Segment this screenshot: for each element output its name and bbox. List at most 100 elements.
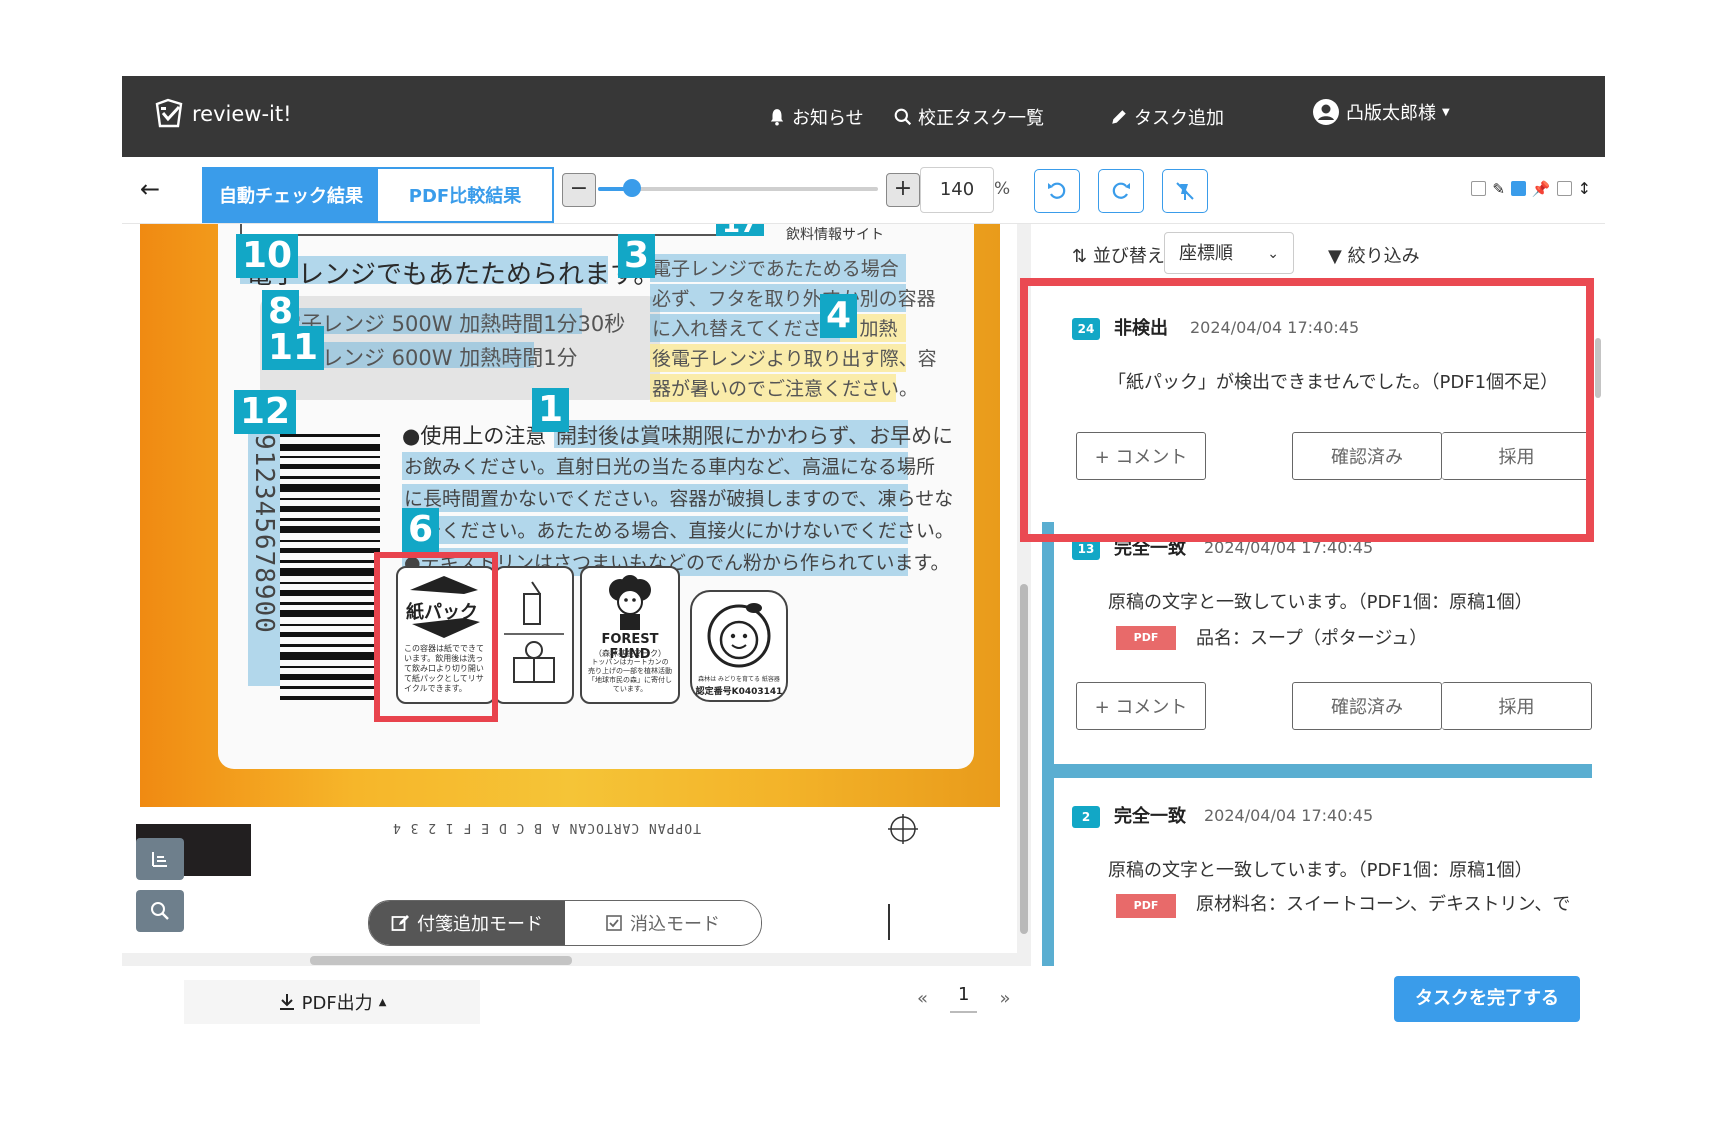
pdf-matched-text: 原材料名：スイートコーン、デキストリン、で (1196, 894, 1571, 915)
undo-button[interactable] (1034, 169, 1080, 213)
zoom-out-button[interactable]: − (562, 173, 596, 207)
doc-line-c1: 開封後は賞味期限にかかわらず、お早めに (556, 424, 954, 448)
doc-line-l3: 電子レンジ 600W 加熱時間1分 (280, 346, 578, 370)
doc-line-l1: 電子レンジでもあたためられます。 (246, 260, 660, 290)
redo-icon (1112, 182, 1130, 199)
viewer-vscroll-thumb[interactable] (1020, 584, 1028, 934)
result-status: 完全一致 (1114, 806, 1186, 827)
result-tabs: 自動チェック結果 PDF比較結果 (202, 167, 554, 223)
forest-fund-logo: FOREST FUND （森林基金マーク） トッパンはカートカンの売り上げの一部… (580, 566, 680, 704)
marker-badge-11[interactable]: 11 (262, 326, 325, 370)
chevron-down-icon: ⌄ (1267, 246, 1279, 262)
viewer-hscroll-thumb[interactable] (310, 956, 572, 965)
sort-control[interactable]: ⇅ 並び替え (1072, 242, 1165, 268)
result-timestamp: 2024/04/04 17:40:45 (1204, 806, 1374, 825)
viewer-toolbar: ← 自動チェック結果 PDF比較結果 − + 140 % ✎ 📌 ↕ (122, 157, 1605, 224)
back-arrow-icon[interactable]: ← (140, 175, 160, 203)
sort-order-select[interactable]: 座標順 ⌄ (1164, 232, 1294, 274)
zoom-slider[interactable] (598, 179, 878, 197)
tab-auto-check[interactable]: 自動チェック結果 (204, 169, 378, 221)
confirmed-button[interactable]: 確認済み (1292, 682, 1442, 730)
sort-filter-bar: ⇅ 並び替え 座標順 ⌄ ▼ 絞り込み (1034, 224, 1605, 282)
pager-current-page[interactable]: 1 (950, 984, 978, 1013)
display-toggles: ✎ 📌 ↕ (1471, 179, 1591, 198)
user-menu[interactable]: 凸版太郎様 ▼ (1312, 98, 1450, 126)
results-scrollbar[interactable] (1592, 228, 1606, 890)
viewer-horizontal-scrollbar[interactable] (122, 953, 1017, 967)
brand-logo[interactable]: review-it! (154, 98, 292, 130)
marker-badge-4[interactable]: 4 (820, 294, 858, 338)
doc-line-c4: いでください。あたためる場合、直接火にかけないでください。 (404, 520, 954, 542)
redo-button[interactable] (1098, 169, 1144, 213)
outline-panel-button[interactable] (136, 838, 184, 880)
mode-switch: 付箋追加モード 消込モード (368, 900, 762, 946)
sticky-add-mode-button[interactable]: 付箋追加モード (369, 901, 565, 945)
footer-bar: PDF出力 ▲ « 1 » タスクを完了する (122, 966, 1605, 1036)
pager-prev[interactable]: « (917, 988, 928, 1009)
zoom-input[interactable]: 140 (920, 167, 994, 213)
pdf-matched-text: 品名：スープ（ポタージュ） (1196, 628, 1428, 649)
eco-cert-number: 認定番号K0403141 (695, 687, 783, 697)
nav-notices[interactable]: お知らせ (768, 104, 864, 130)
marker-badge-17[interactable]: 17 (716, 224, 765, 237)
sort-icon: ⇅ (1072, 246, 1088, 267)
filter-label: 絞り込み (1347, 246, 1420, 267)
vertical-resize-icon: ↕ (1577, 179, 1591, 198)
adopt-button[interactable]: 採用 (1442, 682, 1592, 730)
edit-note-icon (391, 915, 409, 931)
toggle-pen-checkbox[interactable] (1471, 181, 1487, 196)
pencil-icon (1112, 110, 1126, 124)
caret-down-icon: ▼ (1442, 106, 1450, 118)
doc-caution-heading: ●使用上の注意 (402, 424, 547, 448)
tab-pdf-compare[interactable]: PDF比較結果 (378, 169, 552, 221)
download-icon (279, 994, 294, 1010)
zoom-slider-handle[interactable] (622, 179, 641, 197)
doc-line-l2: 電子レンジ 500W 加熱時間1分30秒 (280, 312, 626, 336)
user-avatar-icon (1313, 99, 1339, 125)
marker-badge-1[interactable]: 1 (532, 388, 570, 432)
doc-line-r2: 必ず、フタを取り外すか別の容器 (652, 288, 936, 310)
result-number: 2 (1072, 806, 1100, 828)
hide-markers-button[interactable] (1162, 169, 1208, 213)
marker-badge-10[interactable]: 10 (236, 234, 299, 278)
doc-line-r4: 後電子レンジより取り出す際、容 (652, 348, 937, 370)
filter-control[interactable]: ▼ 絞り込み (1328, 242, 1420, 268)
filter-icon: ▼ (1328, 246, 1342, 267)
complete-task-button[interactable]: タスクを完了する (1394, 976, 1580, 1022)
sort-label: 並び替え (1092, 246, 1165, 267)
pdf-source-tag: PDF (1116, 626, 1176, 650)
pager-next[interactable]: » (999, 988, 1010, 1009)
zoom-in-button[interactable]: + (886, 173, 920, 207)
result-message: 原稿の文字と一致しています。（PDF1個：原稿1個） (1108, 592, 1533, 613)
doc-top-fragment: 飲料情報サイト (786, 227, 884, 243)
bell-icon (770, 109, 784, 126)
check-square-icon (606, 915, 622, 931)
cup-instructions-icon (504, 581, 564, 683)
smiley-face-icon (707, 603, 771, 668)
toggle-pin-checkbox[interactable] (1510, 181, 1526, 196)
marker-badge-6[interactable]: 6 (402, 508, 440, 552)
pdf-viewer[interactable]: 飲料情報サイト 電子レンジでもあたためられます。 電子レンジ 500W 加熱時間… (122, 224, 1017, 966)
magnifier-icon (151, 902, 169, 920)
add-comment-button[interactable]: + コメント (1076, 682, 1206, 730)
results-scroll-thumb[interactable] (1595, 338, 1601, 398)
marker-off-icon (1176, 182, 1194, 200)
marker-badge-3[interactable]: 3 (618, 234, 656, 278)
toggle-resize-checkbox[interactable] (1556, 181, 1572, 196)
nav-task-list[interactable]: 校正タスク一覧 (894, 104, 1044, 130)
selected-result-highlight (1020, 278, 1594, 542)
pagination: « 1 » (917, 984, 1010, 1013)
review-actions: 確認済み 採用 (1292, 682, 1592, 730)
erase-mode-button[interactable]: 消込モード (565, 901, 761, 945)
search-panel-button[interactable] (136, 890, 184, 932)
missing-item-highlight[interactable] (374, 552, 498, 722)
doc-line-c3: に長時間置かないでください。容器が破損しますので、凍らせな (404, 488, 954, 510)
nav-add-task[interactable]: タスク追加 (1110, 104, 1224, 130)
pdf-export-button[interactable]: PDF出力 ▲ (184, 980, 480, 1024)
marker-badge-12[interactable]: 12 (234, 390, 297, 434)
erase-mode-label: 消込モード (630, 914, 720, 935)
brand-name: review-it! (192, 102, 292, 126)
result-card[interactable]: 2 完全一致 2024/04/04 17:40:45 原稿の文字と一致しています… (1042, 778, 1592, 966)
result-card[interactable]: 13 完全一致 2024/04/04 17:40:45 原稿の文字と一致していま… (1042, 522, 1592, 778)
eco-cert-logo: 森林は みどりを育てる 紙容器 認定番号K0403141 (690, 590, 788, 702)
